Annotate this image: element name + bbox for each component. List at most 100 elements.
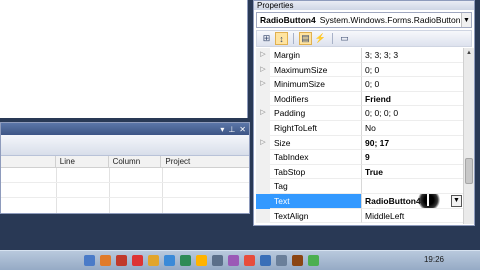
- property-value-text: Friend: [365, 93, 391, 104]
- property-name[interactable]: TabStop: [270, 164, 362, 180]
- property-value-text: 3; 3; 3; 3: [365, 50, 399, 60]
- property-value[interactable]: True: [362, 165, 463, 180]
- taskbar-app-icon[interactable]: [260, 255, 271, 266]
- property-row[interactable]: TabIndex 9: [256, 150, 463, 165]
- property-value-text: RadioButton4: [365, 195, 421, 206]
- properties-title: Properties: [254, 1, 474, 10]
- taskbar-app-icon[interactable]: [100, 255, 111, 266]
- taskbar-app-icon[interactable]: [308, 255, 319, 266]
- property-value-text: True: [365, 166, 383, 177]
- properties-toolbar: ⊞ ↕ ▤ ⚡ ▭: [256, 30, 472, 47]
- vertical-scrollbar[interactable]: ▲: [463, 48, 474, 224]
- property-row[interactable]: ▷ MinimumSize 0; 0: [256, 77, 463, 92]
- error-list-grid: [1, 168, 249, 213]
- row-gutter: [256, 150, 270, 165]
- taskbar-app-icon[interactable]: [276, 255, 287, 266]
- property-value[interactable]: Friend: [362, 92, 463, 107]
- close-icon[interactable]: ✕: [239, 125, 246, 134]
- property-row[interactable]: TabStop True: [256, 164, 463, 180]
- property-row[interactable]: ▷ Size 90; 17: [256, 135, 463, 151]
- text-cursor-icon: [427, 193, 429, 206]
- taskbar-app-icon[interactable]: [148, 255, 159, 266]
- property-row[interactable]: Tag: [256, 179, 463, 194]
- property-value[interactable]: 0; 0: [362, 63, 463, 78]
- property-value[interactable]: No: [362, 121, 463, 136]
- property-name[interactable]: Size: [270, 135, 362, 151]
- property-value[interactable]: 0; 0: [362, 77, 463, 92]
- taskbar-app-icon[interactable]: [164, 255, 175, 266]
- property-value[interactable]: [362, 179, 463, 194]
- property-value[interactable]: RadioButton4 ▼: [362, 193, 463, 209]
- value-dropdown-button[interactable]: ▼: [451, 194, 462, 207]
- code-editor-area[interactable]: [0, 0, 248, 118]
- property-row[interactable]: ▷ Padding 0; 0; 0; 0: [256, 106, 463, 121]
- property-name[interactable]: Text: [270, 193, 362, 209]
- property-name[interactable]: Margin: [270, 48, 362, 63]
- column-header-description[interactable]: [1, 156, 56, 167]
- property-value-text: 0; 0; 0; 0: [365, 108, 399, 119]
- object-type: System.Windows.Forms.RadioButton: [319, 15, 461, 25]
- taskbar-clock[interactable]: 19:26: [424, 255, 444, 264]
- column-header-line[interactable]: Line: [56, 156, 109, 167]
- windows-taskbar: 19:26: [0, 250, 480, 270]
- property-row[interactable]: TextAlign MiddleLeft: [256, 208, 463, 224]
- taskbar-app-icon[interactable]: [116, 255, 127, 266]
- property-name[interactable]: MaximumSize: [270, 62, 362, 78]
- row-gutter: [256, 208, 270, 224]
- property-name[interactable]: Tag: [270, 179, 362, 194]
- row-gutter: [256, 193, 270, 209]
- taskbar-app-icon[interactable]: [212, 255, 223, 266]
- expand-arrow-icon[interactable]: ▷: [256, 77, 270, 92]
- property-value[interactable]: 90; 17: [362, 136, 463, 151]
- scrollbar-thumb[interactable]: [465, 158, 473, 184]
- property-name[interactable]: MinimumSize: [270, 77, 362, 92]
- error-list-toolbar: [1, 135, 249, 156]
- categorized-icon[interactable]: ⊞: [260, 32, 273, 45]
- alphabetical-icon[interactable]: ↕: [275, 32, 288, 45]
- expand-arrow-icon[interactable]: ▷: [256, 106, 270, 121]
- property-row[interactable]: Text RadioButton4 ▼: [256, 193, 463, 209]
- scroll-up-icon[interactable]: ▲: [464, 48, 474, 58]
- property-value[interactable]: MiddleLeft: [362, 209, 463, 224]
- vs-ide-window: ▾ ⊥ ✕ Line Column Project Properties Rad…: [0, 0, 480, 270]
- column-header-project[interactable]: Project: [161, 156, 249, 167]
- property-value-text: 0; 0: [365, 79, 380, 90]
- property-value[interactable]: 9: [362, 150, 463, 165]
- property-name[interactable]: RightToLeft: [270, 120, 362, 136]
- mouse-cursor-highlight: [418, 193, 440, 208]
- property-row[interactable]: RightToLeft No: [256, 120, 463, 136]
- property-value[interactable]: 0; 0; 0; 0: [362, 106, 463, 121]
- property-row[interactable]: ▷ Margin 3; 3; 3; 3: [256, 48, 463, 63]
- property-value-text: 90; 17: [365, 137, 390, 148]
- column-header-column[interactable]: Column: [109, 156, 162, 167]
- pin-icon[interactable]: ⊥: [228, 125, 235, 134]
- property-name[interactable]: TabIndex: [270, 150, 362, 165]
- property-name[interactable]: TextAlign: [270, 208, 362, 224]
- chevron-down-icon[interactable]: ▼: [461, 13, 471, 27]
- property-row[interactable]: ▷ MaximumSize 0; 0: [256, 62, 463, 78]
- dropdown-arrow-icon[interactable]: ▾: [220, 125, 224, 134]
- events-lightning-icon[interactable]: ⚡: [314, 32, 327, 45]
- object-selector[interactable]: RadioButton4 System.Windows.Forms.RadioB…: [256, 12, 472, 28]
- taskbar-app-icon[interactable]: [84, 255, 95, 266]
- taskbar-app-icon[interactable]: [180, 255, 191, 266]
- taskbar-app-icon[interactable]: [196, 255, 207, 266]
- row-gutter: [256, 179, 270, 194]
- property-pages-icon[interactable]: ▭: [338, 32, 351, 45]
- taskbar-app-icon[interactable]: [292, 255, 303, 266]
- property-row[interactable]: Modifiers Friend: [256, 91, 463, 107]
- expand-arrow-icon[interactable]: ▷: [256, 62, 270, 78]
- taskbar-app-icon[interactable]: [132, 255, 143, 266]
- properties-view-icon[interactable]: ▤: [299, 32, 312, 45]
- object-name: RadioButton4: [260, 15, 316, 25]
- row-gutter: [256, 164, 270, 180]
- expand-arrow-icon[interactable]: ▷: [256, 48, 270, 63]
- property-name[interactable]: Padding: [270, 106, 362, 121]
- property-name[interactable]: Modifiers: [270, 91, 362, 107]
- taskbar-app-icon[interactable]: [228, 255, 239, 266]
- toolbar-divider: [332, 33, 333, 44]
- error-list-titlebar: ▾ ⊥ ✕: [1, 123, 249, 135]
- taskbar-app-icon[interactable]: [244, 255, 255, 266]
- expand-arrow-icon[interactable]: ▷: [256, 135, 270, 151]
- property-value[interactable]: 3; 3; 3; 3: [362, 48, 463, 63]
